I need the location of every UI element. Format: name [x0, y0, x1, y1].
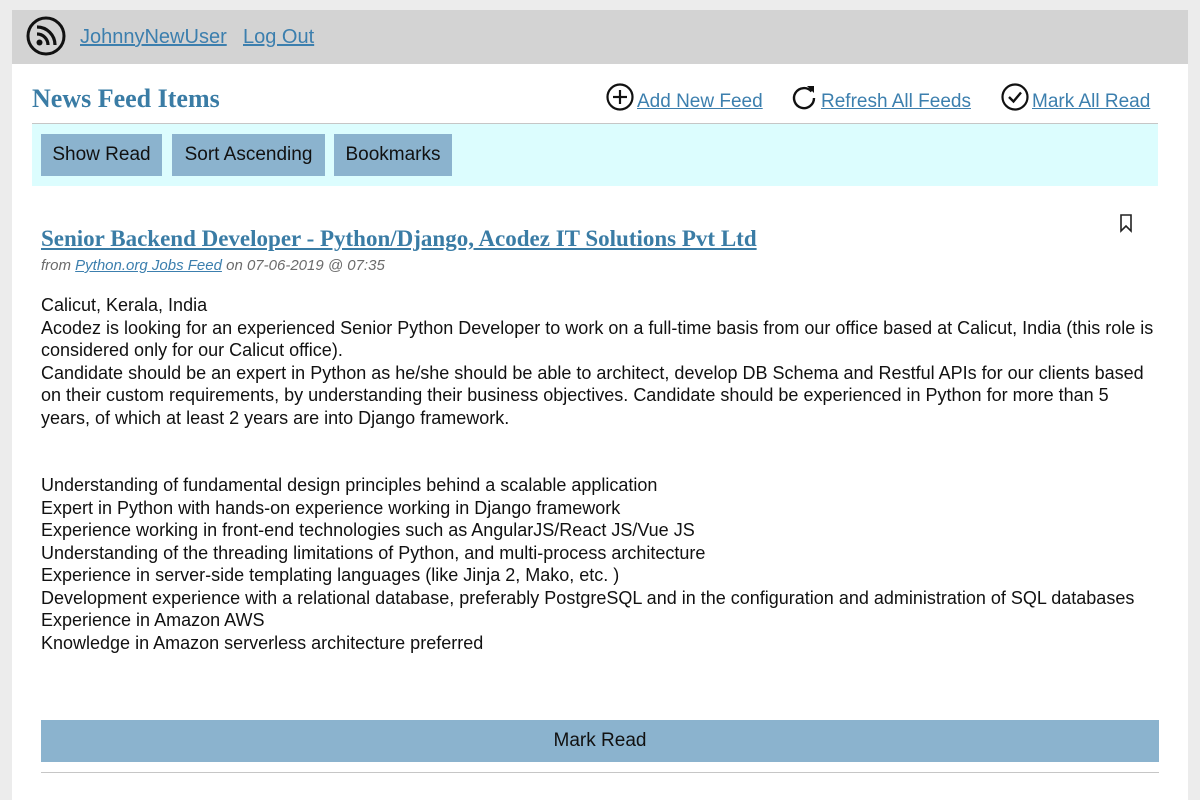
meta-date: on 07-06-2019 @ 07:35 — [226, 257, 385, 274]
mark-all-read-label: Mark All Read — [1032, 91, 1151, 112]
mark-read-button[interactable]: Mark Read — [41, 720, 1159, 762]
filter-toolbar: Show Read Sort Ascending Bookmarks — [32, 124, 1158, 186]
source-feed-link[interactable]: Python.org Jobs Feed — [75, 257, 222, 274]
body-line: Candidate should be an expert in Python … — [41, 362, 1144, 428]
username-link[interactable]: JohnnyNewUser — [80, 26, 227, 49]
item-body: Calicut, Kerala, India Acodez is looking… — [41, 294, 1161, 654]
show-read-button[interactable]: Show Read — [41, 134, 162, 176]
divider — [41, 772, 1159, 773]
body-line: Calicut, Kerala, India — [41, 295, 208, 315]
requirement-line: Knowledge in Amazon serverless architect… — [41, 632, 484, 653]
plus-circle-icon — [606, 83, 634, 111]
add-new-feed-link[interactable]: Add New Feed — [605, 80, 763, 114]
meta-from: from — [41, 257, 71, 274]
item-title-link[interactable]: Senior Backend Developer - Python/Django… — [41, 226, 757, 252]
requirement-line: Experience working in front-end technolo… — [41, 520, 695, 540]
mark-all-read-link[interactable]: Mark All Read — [1000, 80, 1150, 114]
refresh-all-feeds-link[interactable]: Refresh All Feeds — [789, 80, 971, 114]
requirement-line: Experience in Amazon AWS — [41, 610, 265, 630]
refresh-icon — [792, 86, 816, 110]
requirement-line: Understanding of fundamental design prin… — [41, 475, 658, 495]
requirement-line: Experience in server-side templating lan… — [41, 565, 620, 585]
bookmark-icon[interactable] — [1118, 213, 1134, 233]
item-meta: from Python.org Jobs Feed on 07-06-2019 … — [41, 257, 385, 274]
body-line: Acodez is looking for an experienced Sen… — [41, 317, 1154, 361]
refresh-all-feeds-label: Refresh All Feeds — [821, 91, 971, 112]
sort-ascending-button[interactable]: Sort Ascending — [172, 134, 325, 176]
logout-link[interactable]: Log Out — [243, 26, 314, 49]
requirement-line: Expert in Python with hands-on experienc… — [41, 497, 621, 518]
add-new-feed-label: Add New Feed — [637, 91, 763, 112]
requirement-line: Development experience with a relational… — [41, 587, 1135, 608]
bookmarks-button[interactable]: Bookmarks — [334, 134, 452, 176]
app-frame: JohnnyNewUser Log Out News Feed Items Ad… — [12, 10, 1188, 800]
page-title: News Feed Items — [32, 84, 220, 113]
top-bar: JohnnyNewUser Log Out — [12, 10, 1188, 64]
requirement-line: Understanding of the threading limitatio… — [41, 542, 706, 563]
rss-icon[interactable] — [26, 16, 66, 56]
check-circle-icon — [1001, 83, 1029, 111]
